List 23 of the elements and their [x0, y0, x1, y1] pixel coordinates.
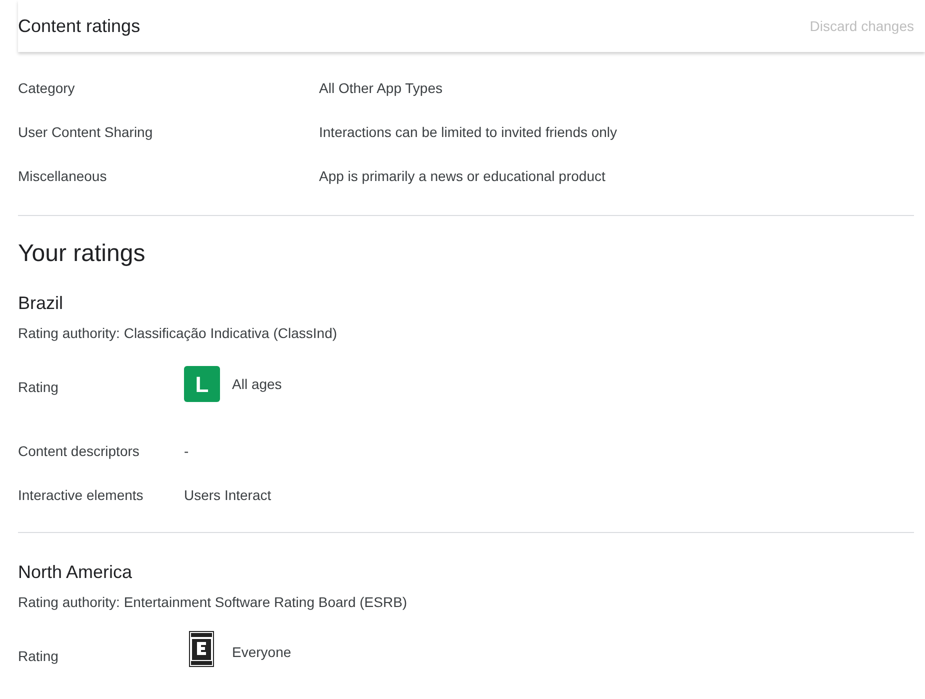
rating-authority: Rating authority: Entertainment Software Rating Board (ESRB)	[18, 593, 408, 612]
field-label: Rating	[18, 647, 60, 666]
field-label: Rating	[18, 378, 60, 397]
field-value: -	[184, 442, 189, 461]
rating-value: Everyone	[232, 642, 292, 662]
field-label: Interactive elements	[18, 486, 144, 505]
field-value: Interactions can be limited to invited friends only	[319, 122, 618, 142]
rating-badge-icon	[189, 631, 214, 667]
region-title: North America	[18, 561, 134, 583]
field-label: Category	[18, 78, 76, 98]
rating-value: All ages	[232, 374, 282, 394]
field-value: Users Interact	[184, 486, 272, 505]
field-value: All Other App Types	[319, 78, 442, 98]
field-label: User Content Sharing	[18, 122, 154, 142]
rating-authority: Rating authority: Classificação Indicativa (ClassInd)	[18, 324, 338, 343]
section-title: Your ratings	[18, 239, 146, 269]
field-value: App is primarily a news or educational product	[319, 166, 606, 186]
discard-changes-button[interactable]: Discard changes	[810, 16, 914, 36]
region-title: Brazil	[18, 292, 64, 314]
rating-badge: L	[184, 366, 220, 402]
page-title: Content ratings	[18, 14, 140, 38]
field-label: Content descriptors	[18, 442, 140, 461]
field-label: Miscellaneous	[18, 166, 108, 186]
